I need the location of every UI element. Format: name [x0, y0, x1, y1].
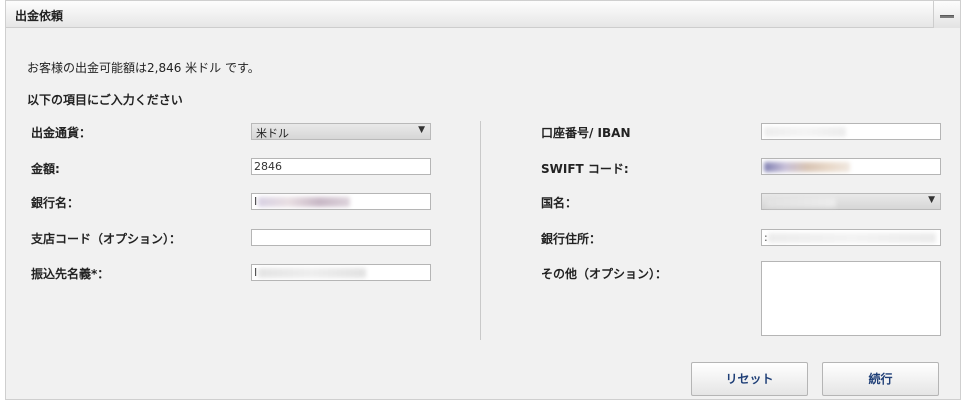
- swift-code-input[interactable]: [761, 158, 941, 175]
- bank-name-input[interactable]: I: [251, 193, 431, 210]
- minimize-icon: [940, 15, 954, 18]
- redacted-bank-address: [768, 233, 936, 243]
- panel-title: 出金依頼: [15, 9, 64, 23]
- bank-address-label: 銀行住所：: [541, 232, 602, 246]
- amount-input[interactable]: 2846: [251, 158, 431, 175]
- other-label: その他（オプション）：: [541, 267, 668, 281]
- branch-code-input[interactable]: [251, 229, 431, 246]
- account-number-label: 口座番号/ IBAN: [541, 126, 631, 140]
- currency-label: 出金通貨：: [31, 126, 92, 140]
- bank-name-input-value: I: [254, 195, 258, 208]
- column-divider: [480, 121, 481, 340]
- swift-code-label: SWIFT コード:: [541, 162, 629, 176]
- continue-button[interactable]: 続行: [822, 362, 939, 396]
- reset-button[interactable]: リセット: [691, 362, 808, 396]
- payee-name-input[interactable]: I: [251, 264, 431, 281]
- payee-name-input-value: I: [254, 266, 258, 279]
- redacted-bank-name: [258, 197, 350, 207]
- panel-header: 出金依頼: [6, 1, 960, 28]
- available-amount-text: お客様の出金可能額は2,846 米ドル です。: [27, 61, 260, 75]
- bank-name-label: 銀行名：: [31, 196, 80, 210]
- redacted-swift-code: [764, 162, 850, 172]
- payee-name-label: 振込先名義*：: [31, 267, 110, 281]
- currency-select[interactable]: 米ドル ▼: [251, 123, 431, 140]
- account-number-input[interactable]: [761, 123, 941, 140]
- bank-address-input[interactable]: :: [761, 229, 941, 246]
- other-textarea[interactable]: [761, 261, 941, 336]
- form-instruction: 以下の項目にご入力ください: [27, 93, 183, 107]
- redacted-payee-name: [258, 268, 366, 278]
- collapse-button[interactable]: [933, 1, 960, 28]
- branch-code-label: 支店コード（オプション）：: [31, 232, 182, 246]
- country-select[interactable]: ▼: [761, 193, 941, 210]
- redacted-country: [766, 197, 836, 207]
- amount-label: 金額:: [31, 162, 60, 176]
- chevron-down-icon: ▼: [928, 195, 935, 205]
- redacted-account-number: [764, 127, 846, 137]
- chevron-down-icon: ▼: [418, 125, 425, 135]
- currency-select-value: 米ドル: [256, 127, 289, 140]
- country-label: 国名：: [541, 196, 578, 210]
- amount-input-value: 2846: [254, 160, 282, 173]
